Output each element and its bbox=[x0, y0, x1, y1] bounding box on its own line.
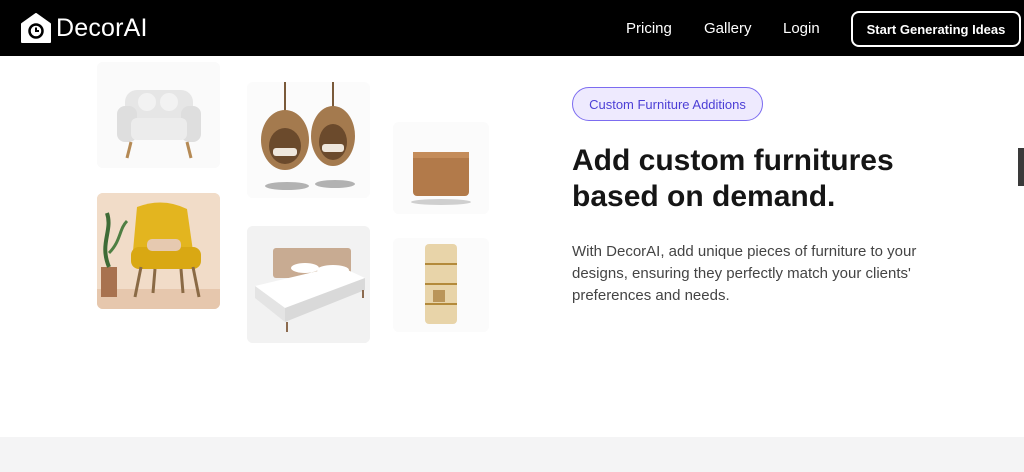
nav-link-pricing[interactable]: Pricing bbox=[626, 20, 672, 37]
furniture-image-white-armchair bbox=[97, 62, 220, 168]
next-section-background bbox=[0, 437, 1024, 472]
furniture-image-wooden-cabinet bbox=[393, 122, 489, 214]
decorai-logo-icon bbox=[21, 13, 51, 43]
top-navbar: DecorAI Pricing Gallery Login Start Gene… bbox=[0, 0, 1024, 56]
furniture-image-bed bbox=[247, 226, 370, 343]
brand[interactable]: DecorAI bbox=[20, 12, 148, 44]
furniture-image-glass-shelf bbox=[393, 238, 489, 332]
nav-link-login[interactable]: Login bbox=[783, 20, 820, 37]
furniture-image-hanging-chairs bbox=[247, 82, 370, 198]
brand-name: DecorAI bbox=[56, 13, 148, 42]
feature-headline: Add custom furnitures based on demand. bbox=[572, 144, 894, 213]
furniture-image-yellow-armchair bbox=[97, 193, 220, 309]
feature-description: With DecorAI, add unique pieces of furni… bbox=[572, 243, 917, 304]
start-generating-button[interactable]: Start Generating Ideas bbox=[851, 11, 1021, 47]
scroll-indicator[interactable] bbox=[1018, 148, 1024, 186]
nav-link-gallery[interactable]: Gallery bbox=[704, 20, 752, 37]
feature-badge: Custom Furniture Additions bbox=[572, 87, 763, 121]
